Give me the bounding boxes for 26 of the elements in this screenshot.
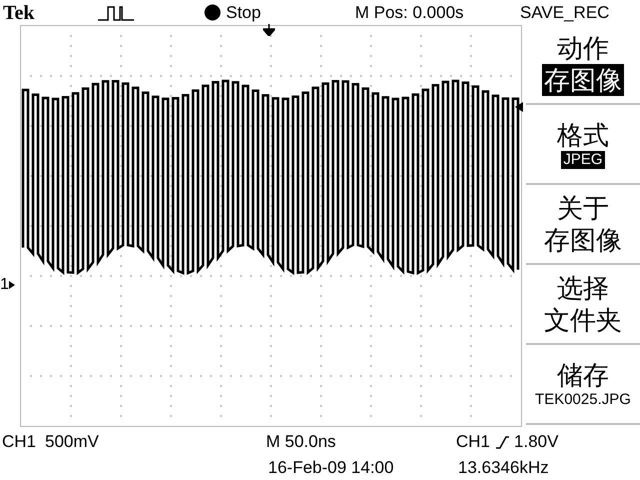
menu-label[interactable]: 动作 (557, 32, 609, 64)
trigger-level-icon (515, 102, 523, 112)
menu-label[interactable]: 文件夹 (544, 304, 622, 336)
menu-label[interactable]: 关于 (557, 192, 609, 224)
brand-logo: Tek (3, 0, 36, 26)
menu-title: SAVE_REC (520, 2, 610, 24)
date-time: 16-Feb-09 14:00 (268, 457, 395, 480)
frequency-readout: 13.6346kHz (458, 457, 549, 480)
menu-label[interactable]: 存图像 (542, 64, 624, 96)
menu-label[interactable]: JPEG (561, 151, 605, 169)
stop-dot-icon (204, 4, 221, 21)
menu-label[interactable]: 存图像 (544, 224, 622, 256)
menu-label[interactable]: TEK0025.JPG (535, 391, 631, 409)
trigger-channel: CH1 (456, 431, 490, 454)
trigger-position-icon (263, 24, 275, 36)
rising-edge-icon (495, 435, 510, 449)
menu-label[interactable]: 格式 (557, 119, 609, 151)
menu-label[interactable]: 选择 (557, 272, 609, 304)
timebase-readout: M 50.0ns (266, 431, 337, 454)
position-readout: M Pos: 0.000s (355, 2, 465, 24)
trigger-level: 1.80V (514, 431, 558, 454)
run-state: Stop (226, 2, 262, 24)
menu-label[interactable]: 储存 (557, 359, 609, 391)
volts-per-division: 500mV (45, 431, 100, 454)
pulse-icon (98, 4, 134, 20)
channel-label: CH1 (2, 431, 38, 454)
